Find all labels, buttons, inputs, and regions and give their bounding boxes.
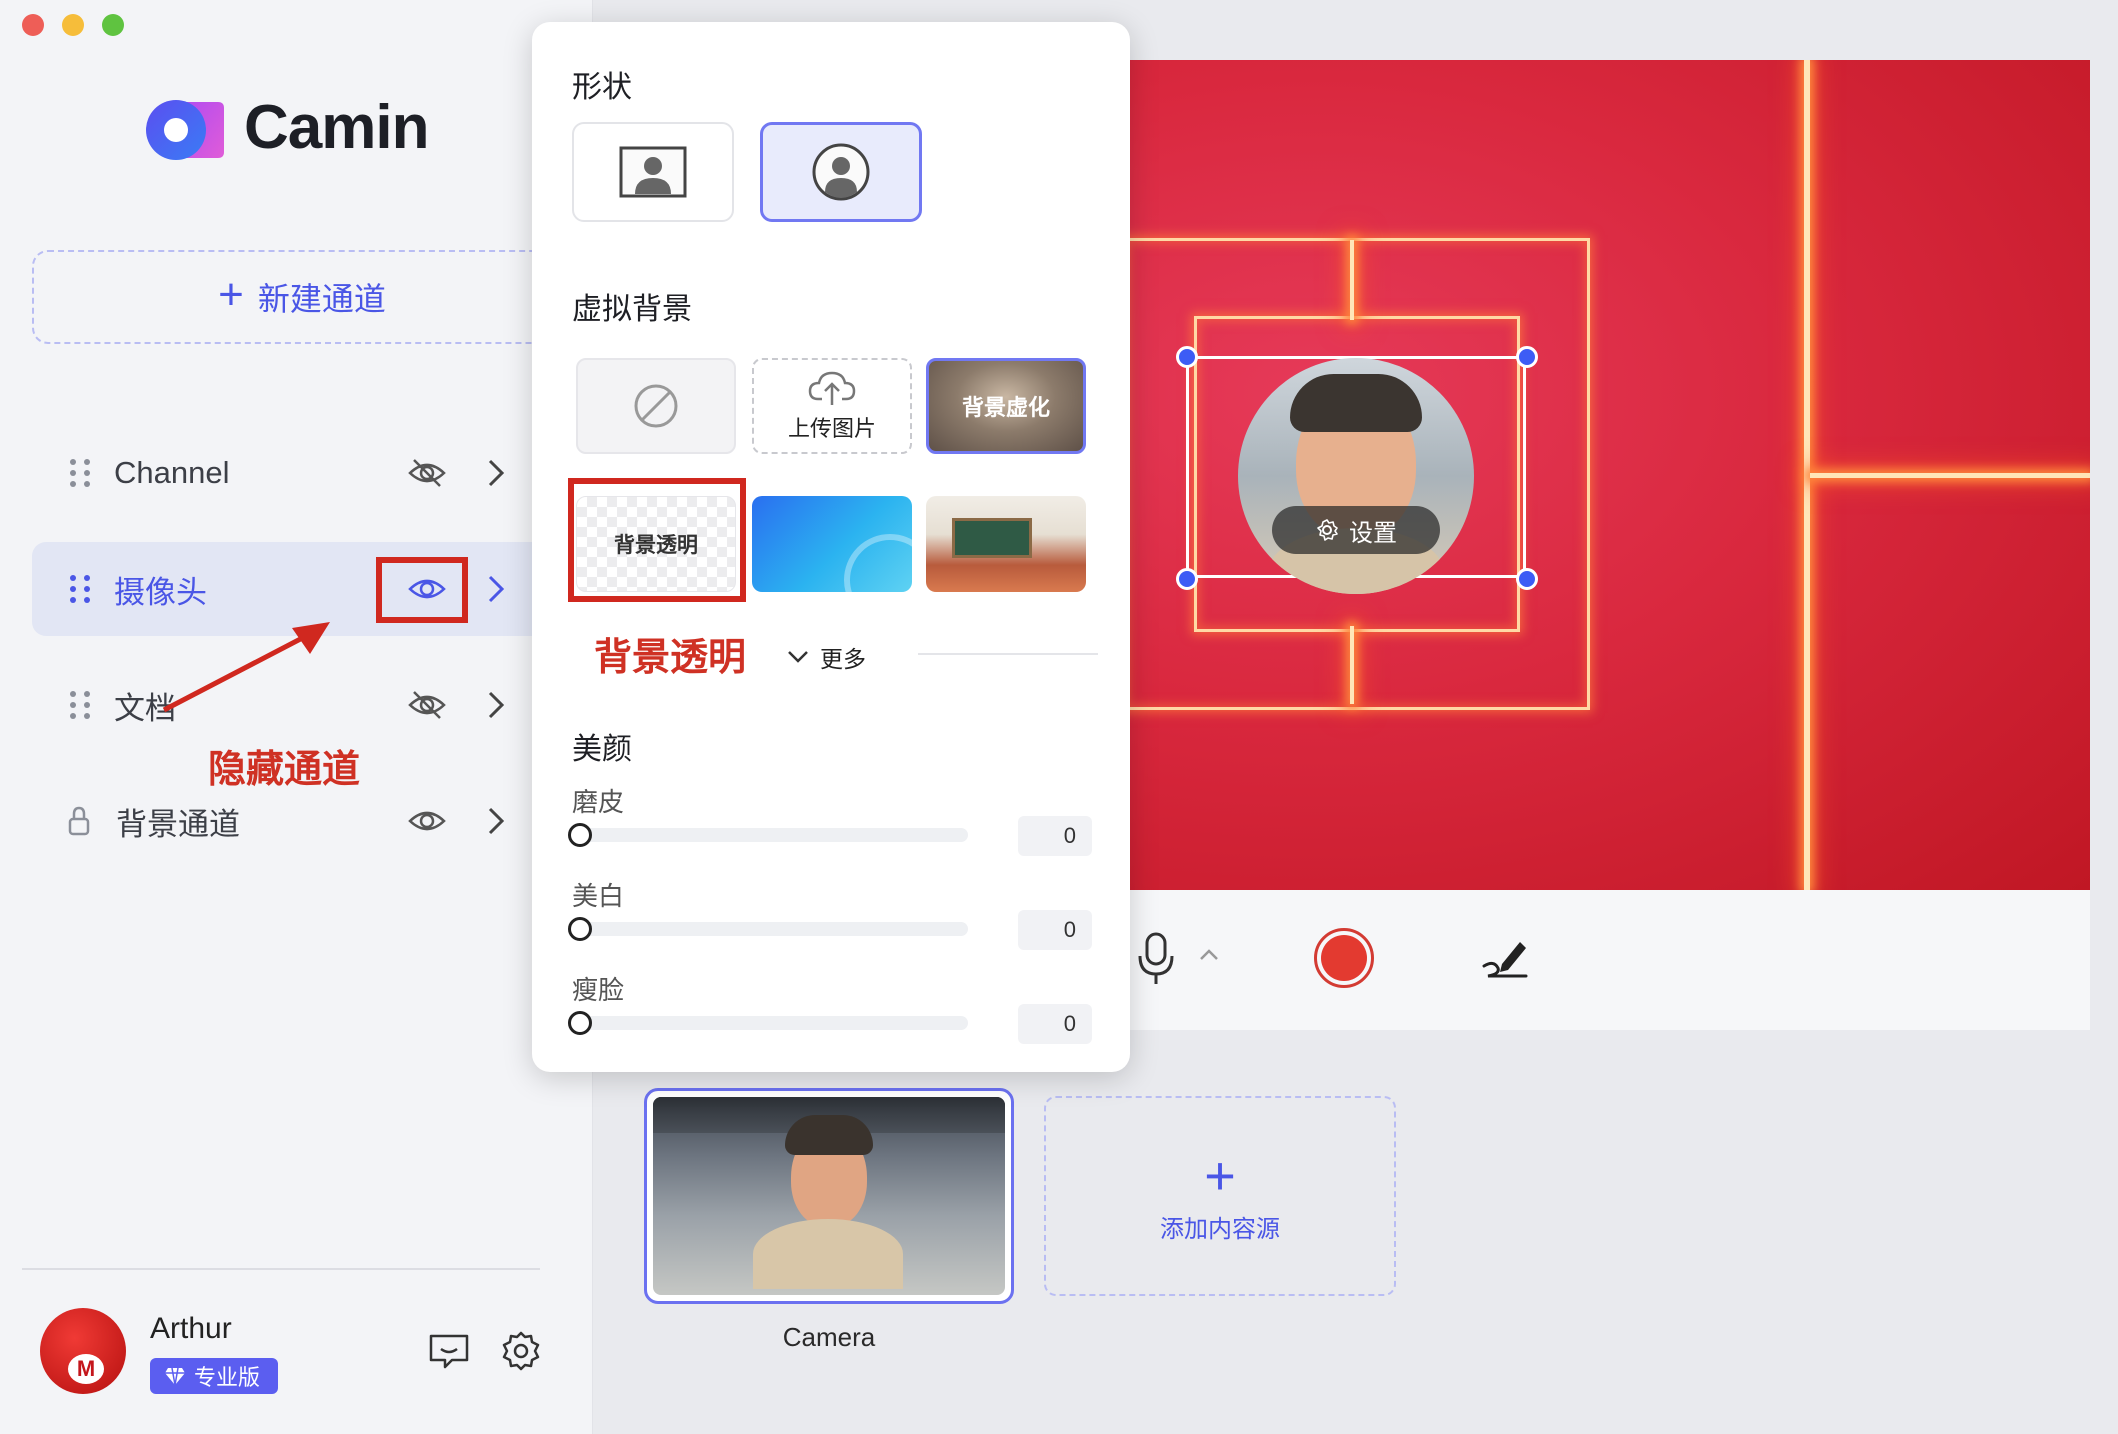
annotation-arrow-icon [162,622,330,713]
camera-settings-popover: 形状 虚拟背景 上传图片 背景虚化 背景透明 背景透明 更多 美颜 磨皮 0 美… [532,22,1130,1072]
drag-handle-icon[interactable] [70,575,90,603]
drag-handle-icon[interactable] [70,691,90,719]
eye-off-icon[interactable] [406,684,448,726]
annotate-pen-icon[interactable] [1480,932,1532,984]
divider [918,653,1098,655]
divider [22,1268,540,1270]
bg-blur-option[interactable]: 背景虚化 [926,358,1086,454]
slim-face-slider-label: 瘦脸 [572,975,625,1005]
shape-circle-button[interactable] [760,122,922,222]
camera-bubble[interactable]: 设置 [1238,358,1474,594]
user-name: Arthur [150,1312,232,1345]
resize-handle[interactable] [1176,568,1198,590]
chevron-right-icon[interactable] [484,804,508,838]
resize-handle[interactable] [1516,346,1538,368]
resize-handle[interactable] [1176,346,1198,368]
whiten-slider-knob[interactable] [568,917,592,941]
gear-icon [1317,519,1338,541]
bg-none-option[interactable] [576,358,736,454]
brand-name: Camin [244,93,429,162]
new-channel-label: 新建通道 [257,281,386,317]
hair-shape [785,1115,873,1155]
beauty-section-title: 美颜 [572,733,632,766]
neon-line [1350,626,1354,704]
bubble-settings-button[interactable]: 设置 [1272,506,1440,554]
add-source-button[interactable]: + 添加内容源 [1044,1096,1396,1296]
slim-face-slider-knob[interactable] [568,1011,592,1035]
whiten-value-input[interactable]: 0 [1018,910,1092,950]
plus-icon: + [218,270,244,319]
camera-source-label: Camera [782,1322,876,1352]
shape-rectangle-button[interactable] [572,122,734,222]
annotation-transparent: 背景透明 [594,637,747,679]
virtual-bg-section-title: 虚拟背景 [572,293,692,326]
annotation-hide-channel: 隐藏通道 [208,749,361,791]
eye-off-icon[interactable] [406,452,448,494]
eye-icon[interactable] [406,800,448,842]
smooth-slider-label: 磨皮 [572,787,625,817]
record-button[interactable] [1314,928,1374,988]
circle-person-icon [812,143,870,201]
more-label: 更多 [820,646,866,672]
smooth-slider-track[interactable] [578,828,968,842]
highlight-box-transparent [568,478,746,602]
bg-blue-abstract-option[interactable] [752,496,912,592]
neon-line [1350,240,1354,320]
camin-logo-icon [146,100,224,160]
sidebar: Camin + 新建通道 Channel 摄像头 文档 背景通道 隐藏通道 M … [0,0,593,1434]
drag-handle-icon[interactable] [70,459,90,487]
camera-source-thumbnail[interactable] [644,1088,1014,1304]
rectangle-person-icon [619,146,687,198]
chalkboard-shape [952,518,1032,558]
chevron-down-icon [788,651,808,663]
pro-badge-label: 专业版 [194,1365,261,1390]
hoodie-shape [753,1219,903,1289]
zoom-window-button[interactable] [102,14,124,36]
settings-gear-icon[interactable] [500,1330,542,1372]
decorative-ring [844,534,912,592]
shape-section-title: 形状 [572,71,632,104]
bg-upload-option[interactable]: 上传图片 [752,358,912,454]
chevron-right-icon[interactable] [484,688,508,722]
avatar-letter: M [68,1354,104,1384]
control-bar [1124,890,2090,1030]
microphone-icon[interactable] [1136,930,1176,986]
new-channel-button[interactable]: + 新建通道 [32,250,572,344]
prohibited-icon [634,384,678,428]
hair-shape [1290,374,1422,432]
pro-badge[interactable]: 专业版 [150,1358,279,1394]
preview-canvas[interactable]: 设置 [1124,60,2090,890]
cloud-upload-icon [808,371,856,405]
smooth-value-input[interactable]: 0 [1018,816,1092,856]
resize-handle[interactable] [1516,568,1538,590]
record-dot-icon [1321,935,1367,981]
bg-blur-label: 背景虚化 [961,395,1050,420]
slim-face-value-input[interactable]: 0 [1018,1004,1092,1044]
plus-icon: + [1204,1145,1236,1206]
camera-preview-image [653,1097,1005,1295]
more-backgrounds-toggle[interactable]: 更多 [786,640,866,674]
diamond-icon [165,1367,185,1386]
neon-line [1810,473,2090,478]
chat-icon[interactable] [428,1332,470,1372]
avatar[interactable]: M [40,1308,126,1394]
slim-face-slider-track[interactable] [578,1016,968,1030]
chevron-up-icon[interactable] [1198,948,1220,962]
chevron-right-icon[interactable] [484,456,508,490]
minimize-window-button[interactable] [62,14,84,36]
bg-upload-label: 上传图片 [787,416,876,441]
whiten-slider-track[interactable] [578,922,968,936]
smooth-slider-knob[interactable] [568,823,592,847]
add-source-label: 添加内容源 [1160,1215,1280,1243]
chevron-right-icon[interactable] [484,572,508,606]
whiten-slider-label: 美白 [572,881,625,911]
lock-icon [68,806,90,836]
bubble-settings-label: 设置 [1349,519,1397,547]
close-window-button[interactable] [22,14,44,36]
bg-classroom-option[interactable] [926,496,1086,592]
channel-row-channel[interactable]: Channel [32,426,552,520]
highlight-box-eye [376,557,468,623]
